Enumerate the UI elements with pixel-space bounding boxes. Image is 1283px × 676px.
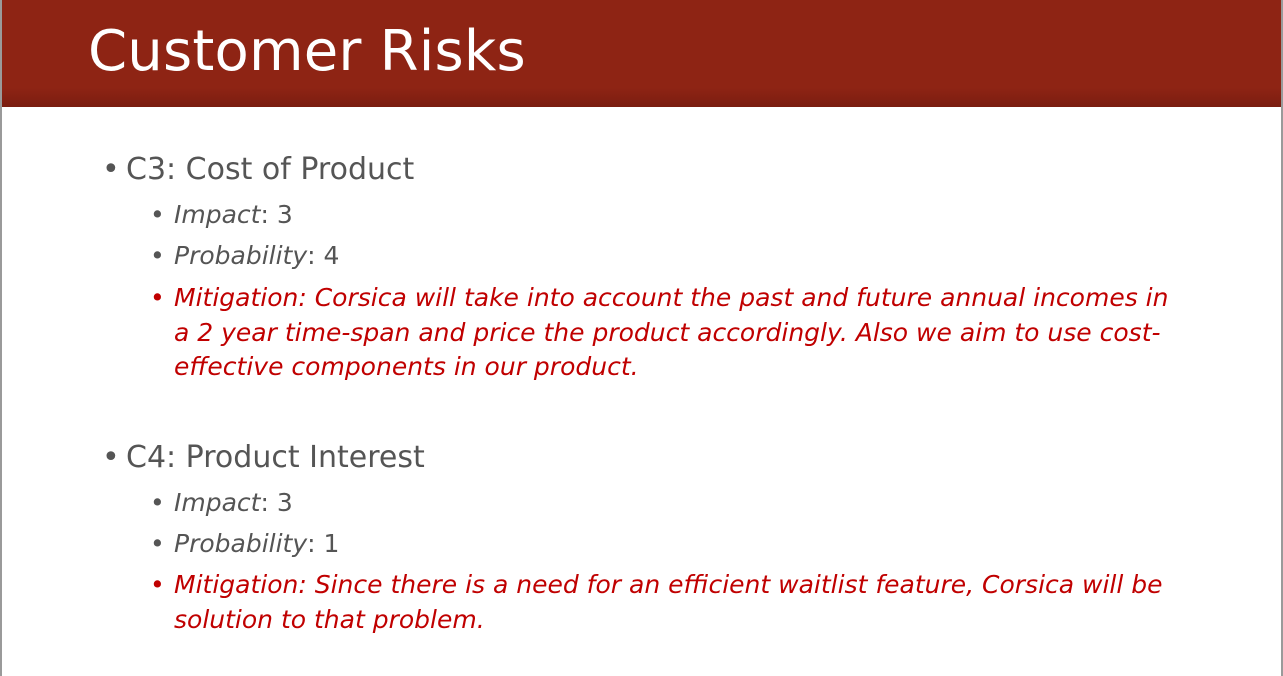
bullet: • [150, 200, 165, 229]
probability-item: • Probability: 1 [150, 529, 339, 559]
bullet: • [150, 529, 165, 558]
probability-item: • Probability: 4 [150, 241, 339, 271]
bullet: • [150, 241, 165, 270]
mitigation-text: Mitigation: Corsica will take into accou… [174, 283, 1169, 381]
impact-value: : 3 [260, 200, 293, 229]
impact-label: Impact [174, 488, 261, 517]
risk-heading-text: C3: Cost of Product [126, 152, 415, 187]
impact-item: • Impact: 3 [150, 488, 293, 518]
mitigation-text: Mitigation: Since there is a need for an… [174, 570, 1163, 634]
impact-value: : 3 [260, 488, 293, 517]
probability-value: : 4 [307, 241, 340, 270]
probability-label: Probability [174, 241, 308, 270]
risk-heading-text: C4: Product Interest [126, 440, 425, 475]
bullet: • [150, 283, 165, 312]
mitigation-item: • Mitigation: Since there is a need for a… [150, 568, 1190, 637]
bullet: • [102, 152, 120, 187]
impact-label: Impact [174, 200, 261, 229]
bullet: • [102, 440, 120, 475]
slide-content: • C3: Cost of Product • Impact: 3 • Probabi… [2, 0, 1281, 676]
bullet: • [150, 488, 165, 517]
probability-value: : 1 [307, 529, 340, 558]
probability-label: Probability [174, 529, 308, 558]
impact-item: • Impact: 3 [150, 200, 293, 230]
risk-heading: • C4: Product Interest [102, 440, 425, 476]
bullet: • [150, 570, 165, 599]
risk-heading: • C3: Cost of Product [102, 152, 414, 188]
slide: Customer Risks • C3: Cost of Product • Imp… [0, 0, 1283, 676]
mitigation-item: • Mitigation: Corsica will take into acco… [150, 281, 1190, 385]
